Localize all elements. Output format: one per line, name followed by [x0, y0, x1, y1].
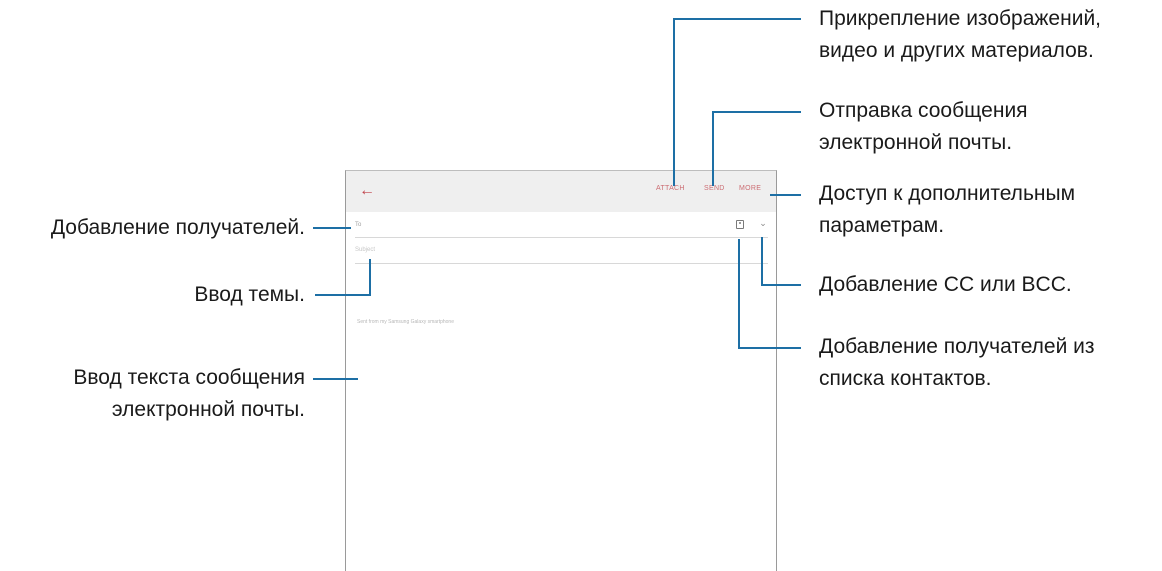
annotation-send-line2: электронной почты. [819, 131, 1013, 154]
callout-line-subject-h [315, 294, 371, 296]
subject-field[interactable]: Subject [355, 238, 768, 264]
annotation-attach-line1: Прикрепление изображений, [819, 7, 1102, 30]
callout-line-send [712, 111, 714, 186]
callout-line-subject-v [369, 259, 371, 296]
callout-line-contacts-v [738, 239, 740, 348]
chevron-down-icon[interactable]: ⌄ [757, 217, 769, 229]
subject-placeholder: Subject [355, 247, 376, 253]
annotation-body-line1: Ввод текста сообщения [73, 366, 305, 389]
annotation-body: Ввод текста сообщения электронной почты. [73, 362, 305, 426]
recipients-field[interactable]: To ⌄ [355, 213, 768, 238]
send-button[interactable]: SEND [704, 185, 725, 192]
more-button[interactable]: MORE [739, 185, 761, 192]
arrow-left-icon[interactable]: ← [359, 181, 375, 201]
email-body-field[interactable]: Sent from my Samsung Galaxy smartphone [357, 319, 454, 325]
to-label: To [355, 222, 362, 228]
callout-line-contacts-h [738, 347, 801, 349]
callout-line-recipients [313, 227, 351, 229]
annotation-cc-bcc: Добавление CC или BCC. [819, 273, 1072, 296]
annotation-contacts-line1: Добавление получателей из [819, 335, 1095, 358]
annotation-body-line2: электронной почты. [111, 398, 305, 421]
callout-line-body [313, 378, 358, 380]
annotation-send: Отправка сообщения электронной почты. [819, 95, 1028, 159]
annotation-attach: Прикрепление изображений, видео и других… [819, 3, 1101, 67]
annotation-subject: Ввод темы. [194, 283, 305, 306]
callout-line-more [770, 194, 801, 196]
attach-button[interactable]: ATTACH [656, 185, 685, 192]
annotation-send-line1: Отправка сообщения [819, 99, 1028, 122]
callout-line-ccbcc-h [761, 284, 801, 286]
annotation-contacts-line2: списка контактов. [819, 367, 992, 390]
annotation-attach-line2: видео и других материалов. [819, 39, 1094, 62]
callout-line-send-h [712, 111, 801, 113]
callout-line-attach-h [673, 18, 801, 20]
annotation-contacts: Добавление получателей из списка контакт… [819, 331, 1095, 395]
annotation-more-line1: Доступ к дополнительным [819, 182, 1076, 205]
email-compose-screen: ← ATTACH SEND MORE To ⌄ Subject Sent fro… [345, 170, 777, 571]
annotation-more: Доступ к дополнительным параметрам. [819, 178, 1075, 242]
callout-line-attach [673, 18, 675, 186]
callout-line-ccbcc-v [761, 237, 763, 285]
annotation-recipients: Добавление получателей. [50, 216, 305, 239]
annotation-more-line2: параметрам. [819, 214, 945, 237]
contact-card-icon[interactable] [736, 220, 744, 229]
